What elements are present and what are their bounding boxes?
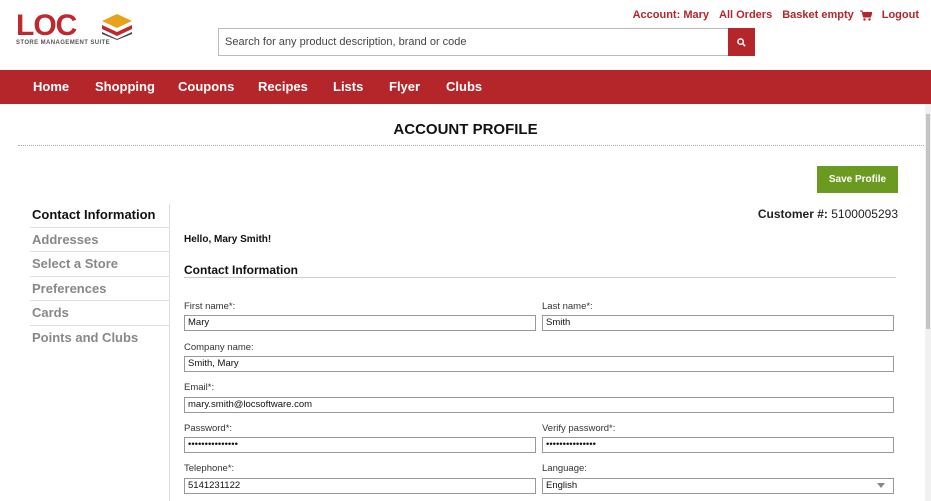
nav-recipes[interactable]: Recipes bbox=[258, 70, 308, 104]
save-profile-button[interactable]: Save Profile bbox=[817, 166, 898, 193]
nav-lists[interactable]: Lists bbox=[333, 70, 363, 104]
email-field[interactable]: mary.smith@locsoftware.com bbox=[184, 397, 894, 413]
search-button[interactable] bbox=[728, 28, 755, 56]
vertical-scrollbar[interactable] bbox=[925, 104, 931, 501]
sidebar-item-contact-information[interactable]: Contact Information bbox=[30, 203, 169, 228]
sidebar-item-points-and-clubs[interactable]: Points and Clubs bbox=[30, 326, 169, 351]
nav-shopping[interactable]: Shopping bbox=[95, 70, 155, 104]
last-name-field[interactable]: Smith bbox=[542, 315, 894, 331]
language-label: Language: bbox=[542, 463, 587, 474]
profile-sidebar: Contact Information Addresses Select a S… bbox=[30, 203, 169, 350]
title-divider bbox=[18, 145, 924, 146]
password-label: Password*: bbox=[184, 423, 233, 434]
brand-tagline: Store Management Suite bbox=[16, 40, 111, 46]
nav-home[interactable]: Home bbox=[33, 70, 69, 104]
section-divider bbox=[184, 277, 896, 278]
basket-label: Basket empty bbox=[782, 9, 854, 21]
logout-link[interactable]: Logout bbox=[882, 9, 919, 21]
customer-number-label: Customer #: bbox=[757, 207, 828, 221]
top-links: Account: Mary All Orders Basket empty Lo… bbox=[633, 9, 919, 21]
nav-flyer[interactable]: Flyer bbox=[389, 70, 420, 104]
language-select-value: English bbox=[546, 480, 578, 491]
greeting: Hello, Mary Smith! bbox=[184, 234, 272, 245]
nav-clubs[interactable]: Clubs bbox=[446, 70, 482, 104]
brand-logo[interactable]: LOC Store Management Suite bbox=[16, 9, 136, 48]
first-name-label: First name*: bbox=[184, 301, 236, 312]
search-bar bbox=[218, 28, 755, 56]
company-field[interactable]: Smith, Mary bbox=[184, 356, 894, 372]
verify-password-label: Verify password*: bbox=[542, 423, 616, 434]
customer-number: Customer #: 5100005293 bbox=[758, 207, 898, 221]
customer-number-value: 5100005293 bbox=[831, 207, 898, 221]
logo-layers-icon bbox=[102, 14, 132, 40]
search-icon bbox=[737, 37, 746, 47]
cart-icon bbox=[859, 10, 872, 21]
language-select[interactable]: English bbox=[542, 478, 894, 494]
main-nav: Home Shopping Coupons Recipes Lists Flye… bbox=[0, 70, 931, 104]
telephone-field[interactable]: 5141231122 bbox=[184, 478, 536, 494]
page-title: ACCOUNT PROFILE bbox=[393, 121, 538, 138]
chevron-down-icon bbox=[877, 483, 885, 488]
scrollbar-thumb[interactable] bbox=[926, 114, 930, 329]
search-input[interactable] bbox=[218, 28, 728, 56]
sidebar-item-cards[interactable]: Cards bbox=[30, 301, 169, 326]
password-field[interactable]: ••••••••••••••• bbox=[184, 437, 536, 453]
sidebar-item-select-a-store[interactable]: Select a Store bbox=[30, 252, 169, 277]
section-title: Contact Information bbox=[184, 263, 298, 277]
email-label: Email*: bbox=[184, 382, 215, 393]
first-name-field[interactable]: Mary bbox=[184, 315, 536, 331]
basket-link[interactable]: Basket empty bbox=[782, 9, 872, 21]
company-label: Company name: bbox=[184, 342, 254, 353]
sidebar-item-addresses[interactable]: Addresses bbox=[30, 228, 169, 252]
telephone-label: Telephone*: bbox=[184, 463, 235, 474]
verify-password-field[interactable]: ••••••••••••••• bbox=[542, 437, 894, 453]
sidebar-item-preferences[interactable]: Preferences bbox=[30, 277, 169, 301]
account-link[interactable]: Account: Mary bbox=[633, 9, 709, 21]
sidebar-divider bbox=[169, 204, 170, 501]
all-orders-link[interactable]: All Orders bbox=[719, 9, 772, 21]
brand-name: LOC bbox=[16, 9, 77, 42]
last-name-label: Last name*: bbox=[542, 301, 593, 312]
nav-coupons[interactable]: Coupons bbox=[178, 70, 234, 104]
